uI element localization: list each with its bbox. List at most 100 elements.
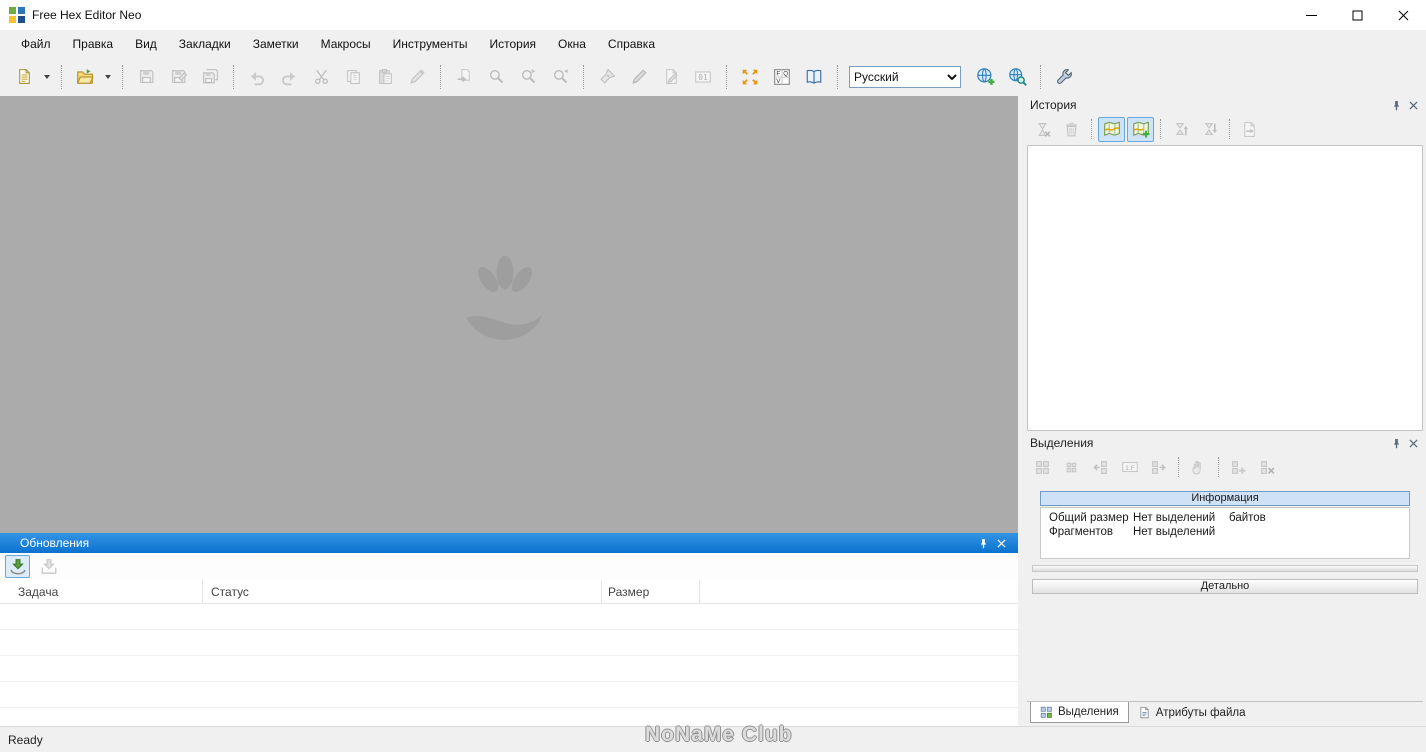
menu-edit[interactable]: Правка bbox=[62, 30, 125, 57]
selection-previous-button[interactable] bbox=[1087, 455, 1114, 480]
window-title: Free Hex Editor Neo bbox=[32, 8, 142, 22]
menu-file[interactable]: Файл bbox=[10, 30, 62, 57]
menu-view[interactable]: Вид bbox=[124, 30, 168, 57]
history-show-branches-button[interactable] bbox=[1127, 116, 1154, 142]
selection-grab-button[interactable] bbox=[1185, 455, 1212, 480]
language-select[interactable]: Русский bbox=[849, 65, 961, 88]
menu-notes[interactable]: Заметки bbox=[242, 30, 310, 57]
menu-macros[interactable]: Макросы bbox=[310, 30, 382, 57]
goto-offset-button[interactable] bbox=[448, 63, 480, 91]
selection-next-button[interactable] bbox=[1145, 455, 1172, 480]
redo-button[interactable] bbox=[273, 63, 305, 91]
history-map-icon bbox=[1103, 121, 1120, 136]
minimize-button[interactable] bbox=[1288, 0, 1334, 30]
paste-button[interactable] bbox=[369, 63, 401, 91]
web-find-button[interactable] bbox=[1001, 63, 1033, 91]
history-delete-button[interactable] bbox=[1058, 117, 1085, 142]
encoding-table-button[interactable]: FQV bbox=[766, 63, 798, 91]
history-content-area[interactable] bbox=[1027, 145, 1423, 431]
info-section-header[interactable]: Информация bbox=[1040, 491, 1410, 506]
selection-blocks-button[interactable] bbox=[1029, 455, 1056, 480]
selections-bottom-tabs: Выделения Атрибуты файла bbox=[1027, 701, 1423, 723]
find-next-button[interactable] bbox=[512, 63, 544, 91]
tab-selections[interactable]: Выделения bbox=[1030, 702, 1129, 723]
menu-windows[interactable]: Окна bbox=[547, 30, 597, 57]
menu-help[interactable]: Справка bbox=[597, 30, 666, 57]
menu-tools[interactable]: Инструменты bbox=[382, 30, 479, 57]
close-button[interactable] bbox=[1380, 0, 1426, 30]
selections-close-button[interactable] bbox=[1405, 436, 1422, 451]
new-file-dropdown[interactable] bbox=[40, 63, 54, 91]
settings-button[interactable] bbox=[1048, 63, 1080, 91]
history-show-map-button[interactable] bbox=[1098, 116, 1125, 142]
column-size[interactable]: Размер bbox=[602, 580, 700, 603]
binary-view-button[interactable]: 01 bbox=[687, 63, 719, 91]
open-file-dropdown[interactable] bbox=[101, 63, 115, 91]
main-toolbar: 01 FQV Русский bbox=[0, 57, 1426, 96]
selection-range-button[interactable]: 1.F bbox=[1116, 455, 1143, 480]
menu-bookmarks[interactable]: Закладки bbox=[168, 30, 242, 57]
find-previous-button[interactable] bbox=[544, 63, 576, 91]
pen-nib-icon bbox=[599, 68, 615, 84]
new-file-button[interactable] bbox=[8, 63, 40, 91]
tab-file-attributes[interactable]: Атрибуты файла bbox=[1129, 702, 1255, 723]
toolbar-separator bbox=[1091, 119, 1092, 139]
history-export-button[interactable] bbox=[1236, 117, 1263, 142]
save-icon bbox=[139, 70, 153, 83]
table-row bbox=[0, 630, 1018, 656]
toolbar-separator bbox=[1160, 119, 1161, 139]
status-text: Ready bbox=[8, 732, 43, 747]
download-updates-button[interactable] bbox=[36, 555, 61, 578]
history-save-button[interactable] bbox=[1167, 117, 1194, 142]
updates-close-button[interactable] bbox=[992, 535, 1010, 551]
cut-button[interactable] bbox=[305, 63, 337, 91]
table-row bbox=[0, 682, 1018, 708]
pin-icon bbox=[1394, 100, 1399, 111]
selections-pin-button[interactable] bbox=[1388, 436, 1405, 451]
selection-small-blocks-button[interactable] bbox=[1058, 455, 1085, 480]
menu-history[interactable]: История bbox=[478, 30, 547, 57]
workspace bbox=[0, 96, 1018, 533]
details-section-header[interactable]: Детально bbox=[1032, 579, 1418, 594]
selection-remove-button[interactable] bbox=[1254, 455, 1281, 480]
save-as-button[interactable] bbox=[162, 63, 194, 91]
redo-icon bbox=[281, 71, 295, 85]
column-empty bbox=[700, 580, 1018, 603]
replace-button[interactable] bbox=[591, 63, 623, 91]
maximize-button[interactable] bbox=[1334, 0, 1380, 30]
column-task[interactable]: Задача bbox=[0, 580, 203, 603]
app-logo-icon bbox=[9, 7, 25, 23]
selections-panel-header: Выделения bbox=[1024, 434, 1426, 452]
fill-button[interactable] bbox=[623, 63, 655, 91]
check-updates-button[interactable] bbox=[5, 555, 30, 578]
find-button[interactable] bbox=[480, 63, 512, 91]
history-close-button[interactable] bbox=[1405, 98, 1422, 113]
tab-label: Выделения bbox=[1058, 706, 1119, 718]
copy-button[interactable] bbox=[337, 63, 369, 91]
selection-add-button[interactable] bbox=[1225, 455, 1252, 480]
column-status[interactable]: Статус bbox=[203, 580, 602, 603]
history-pin-button[interactable] bbox=[1388, 98, 1405, 113]
info-splitter[interactable] bbox=[1032, 565, 1418, 572]
edit-document-button[interactable] bbox=[655, 63, 687, 91]
toolbar-separator bbox=[837, 64, 838, 89]
edit-pencil-button[interactable] bbox=[401, 63, 433, 91]
close-icon bbox=[1409, 100, 1418, 110]
save-button[interactable] bbox=[130, 63, 162, 91]
history-clear-button[interactable] bbox=[1029, 117, 1056, 142]
save-as-icon bbox=[171, 70, 187, 83]
grid-small-icon bbox=[1066, 462, 1077, 472]
save-all-button[interactable] bbox=[194, 63, 226, 91]
search-next-icon bbox=[521, 69, 535, 84]
undo-button[interactable] bbox=[241, 63, 273, 91]
open-file-button[interactable] bbox=[69, 63, 101, 91]
globe-search-icon bbox=[1008, 68, 1027, 86]
web-update-button[interactable] bbox=[969, 63, 1001, 91]
svg-text:F: F bbox=[776, 70, 780, 77]
history-load-button[interactable] bbox=[1196, 117, 1223, 142]
table-row bbox=[0, 708, 1018, 726]
updates-pin-button[interactable] bbox=[974, 535, 992, 551]
trash-icon bbox=[1066, 122, 1077, 136]
pattern-arrows-button[interactable] bbox=[734, 63, 766, 91]
compare-files-button[interactable] bbox=[798, 63, 830, 91]
